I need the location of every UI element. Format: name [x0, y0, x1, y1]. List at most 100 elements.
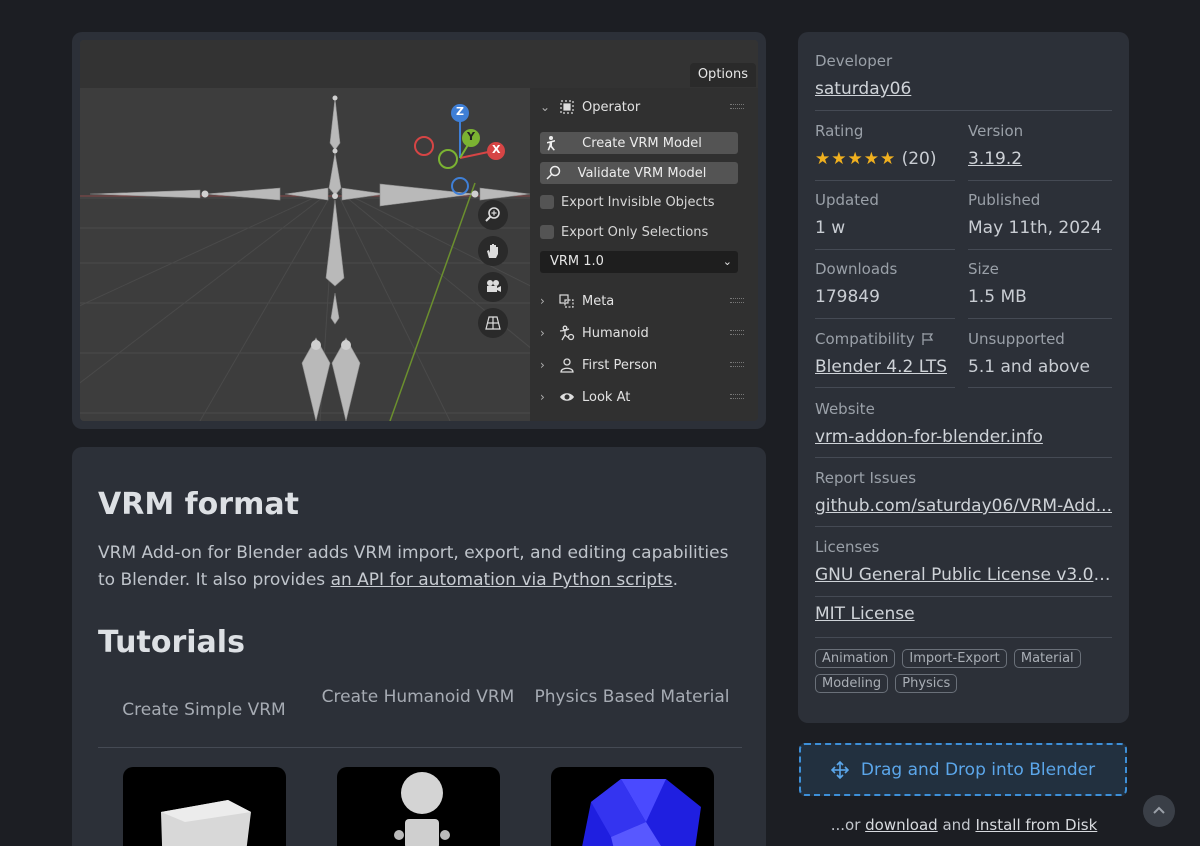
flag-icon[interactable]	[921, 332, 934, 346]
divider	[968, 387, 1112, 388]
drag-grip-icon	[730, 330, 744, 335]
addon-info-card: Developer saturday06 Rating ★★★★★ (20) V…	[798, 32, 1129, 723]
compatibility-link[interactable]: Blender 4.2 LTS	[815, 357, 955, 377]
tabs-divider	[98, 747, 742, 748]
gizmo-z-label: Z	[456, 105, 464, 118]
gizmo-x-label: X	[492, 143, 501, 156]
divider	[815, 318, 955, 319]
tag-modeling[interactable]: Modeling	[815, 674, 889, 693]
divider	[815, 110, 1112, 111]
tab-physics-based-material[interactable]: Physics Based Material	[532, 684, 732, 711]
rating-cell: Rating ★★★★★ (20)	[815, 122, 937, 169]
unsupported-cell: Unsupported 5.1 and above	[968, 330, 1090, 377]
version-cell: Version 3.19.2	[968, 122, 1112, 169]
look-at-section: › Look At	[530, 383, 758, 411]
tag-list: Animation Import-Export Material Modelin…	[815, 647, 1115, 697]
tag-animation[interactable]: Animation	[815, 649, 896, 668]
magnifier-icon	[542, 165, 564, 181]
vrm-version-select: VRM 1.0 ⌄	[540, 251, 738, 273]
grid-perspective-icon	[478, 308, 508, 338]
checkbox-box	[540, 195, 554, 209]
tag-import-export[interactable]: Import-Export	[902, 649, 1007, 668]
eye-icon	[558, 388, 576, 406]
api-automation-link[interactable]: an API for automation via Python scripts	[331, 570, 673, 590]
drag-grip-icon	[730, 394, 744, 399]
divider	[815, 180, 955, 181]
rating-stars-icon: ★★★★★	[815, 149, 897, 169]
validate-vrm-model-button: Validate VRM Model	[540, 162, 738, 184]
operator-icon	[558, 98, 576, 116]
license-mit-cell: MIT License	[815, 595, 1112, 624]
divider	[815, 526, 1112, 527]
scroll-to-top-button[interactable]	[1143, 795, 1175, 827]
armature-icon	[542, 135, 564, 151]
chevron-right-icon: ›	[540, 326, 545, 340]
version-link[interactable]: 3.19.2	[968, 149, 1112, 169]
divider	[815, 457, 1112, 458]
chevron-right-icon: ›	[540, 390, 545, 404]
operator-label: Operator	[582, 99, 641, 115]
description-paragraph: VRM Add-on for Blender adds VRM import, …	[98, 543, 729, 590]
meta-icon	[558, 292, 576, 310]
drag-grip-icon	[730, 104, 744, 109]
drag-grip-icon	[730, 298, 744, 303]
chevron-right-icon: ›	[540, 358, 545, 372]
drag-and-drop-button[interactable]: Drag and Drop into Blender	[799, 743, 1127, 796]
description-card: VRM format VRM Add-on for Blender adds V…	[72, 447, 766, 846]
license-mit-link[interactable]: MIT License	[815, 604, 1112, 624]
checkbox-box	[540, 225, 554, 239]
person-icon	[558, 356, 576, 374]
chevron-down-icon: ⌄	[722, 255, 732, 268]
hand-pan-icon	[478, 236, 508, 266]
zoom-icon	[478, 200, 508, 230]
section-heading-tutorials: Tutorials	[98, 625, 245, 660]
section-heading-vrm-format: VRM format	[98, 487, 299, 522]
humanoid-section: › Humanoid	[530, 319, 758, 347]
chevron-up-icon	[1153, 806, 1165, 814]
downloads-cell: Downloads 179849	[815, 260, 898, 307]
tag-physics[interactable]: Physics	[895, 674, 958, 693]
camera-icon	[478, 272, 508, 302]
tag-material[interactable]: Material	[1013, 649, 1081, 668]
tab-create-humanoid-vrm[interactable]: Create Humanoid VRM	[318, 684, 518, 711]
divider	[815, 249, 955, 250]
armature-scene	[80, 88, 530, 421]
export-selections-checkbox: Export Only Selections	[540, 222, 708, 242]
divider	[968, 318, 1112, 319]
published-cell: Published May 11th, 2024	[968, 191, 1102, 238]
divider	[968, 249, 1112, 250]
viewport-header	[80, 40, 758, 88]
first-person-section: › First Person	[530, 351, 758, 379]
license-gpl-link[interactable]: GNU General Public License v3.0 o...	[815, 565, 1112, 585]
developer-link[interactable]: saturday06	[815, 79, 1115, 99]
website-cell: Website vrm-addon-for-blender.info	[815, 400, 1112, 447]
website-link[interactable]: vrm-addon-for-blender.info	[815, 427, 1112, 447]
divider	[815, 637, 1112, 638]
tutorial-thumbnail-simple[interactable]	[123, 767, 286, 846]
install-from-disk-link[interactable]: Install from Disk	[975, 816, 1097, 834]
tutorial-thumbnail-humanoid[interactable]	[337, 767, 500, 846]
tab-create-simple-vrm[interactable]: Create Simple VRM	[104, 697, 304, 724]
chevron-down-icon: ⌄	[540, 100, 551, 114]
divider	[968, 180, 1112, 181]
meta-section: › Meta	[530, 287, 758, 315]
options-button: Options	[689, 63, 756, 87]
operator-section: ⌄ Operator	[530, 93, 758, 121]
addon-screenshot[interactable]: Options Z Y X ⌄ Operator Create VRM Mode…	[72, 32, 766, 429]
tutorial-thumbnail-physics[interactable]	[551, 767, 714, 846]
report-issues-link[interactable]: github.com/saturday06/VRM-Add...	[815, 496, 1112, 516]
vrm-side-panel: ⌄ Operator Create VRM Model Validate VRM…	[530, 88, 758, 421]
export-invisible-checkbox: Export Invisible Objects	[540, 192, 715, 212]
licenses-cell: Licenses GNU General Public License v3.0…	[815, 538, 1112, 585]
download-link[interactable]: download	[865, 816, 938, 834]
compatibility-cell: Compatibility Blender 4.2 LTS	[815, 330, 955, 377]
move-arrows-icon	[830, 760, 849, 779]
developer-cell: Developer saturday06	[815, 52, 1115, 99]
alternative-install-links: ...or download and Install from Disk	[830, 816, 1098, 834]
chevron-right-icon: ›	[540, 294, 545, 308]
humanoid-icon	[558, 324, 576, 342]
updated-cell: Updated 1 w	[815, 191, 879, 238]
blender-viewport: Options Z Y X ⌄ Operator Create VRM Mode…	[80, 40, 758, 421]
divider	[815, 387, 955, 388]
drag-grip-icon	[730, 362, 744, 367]
